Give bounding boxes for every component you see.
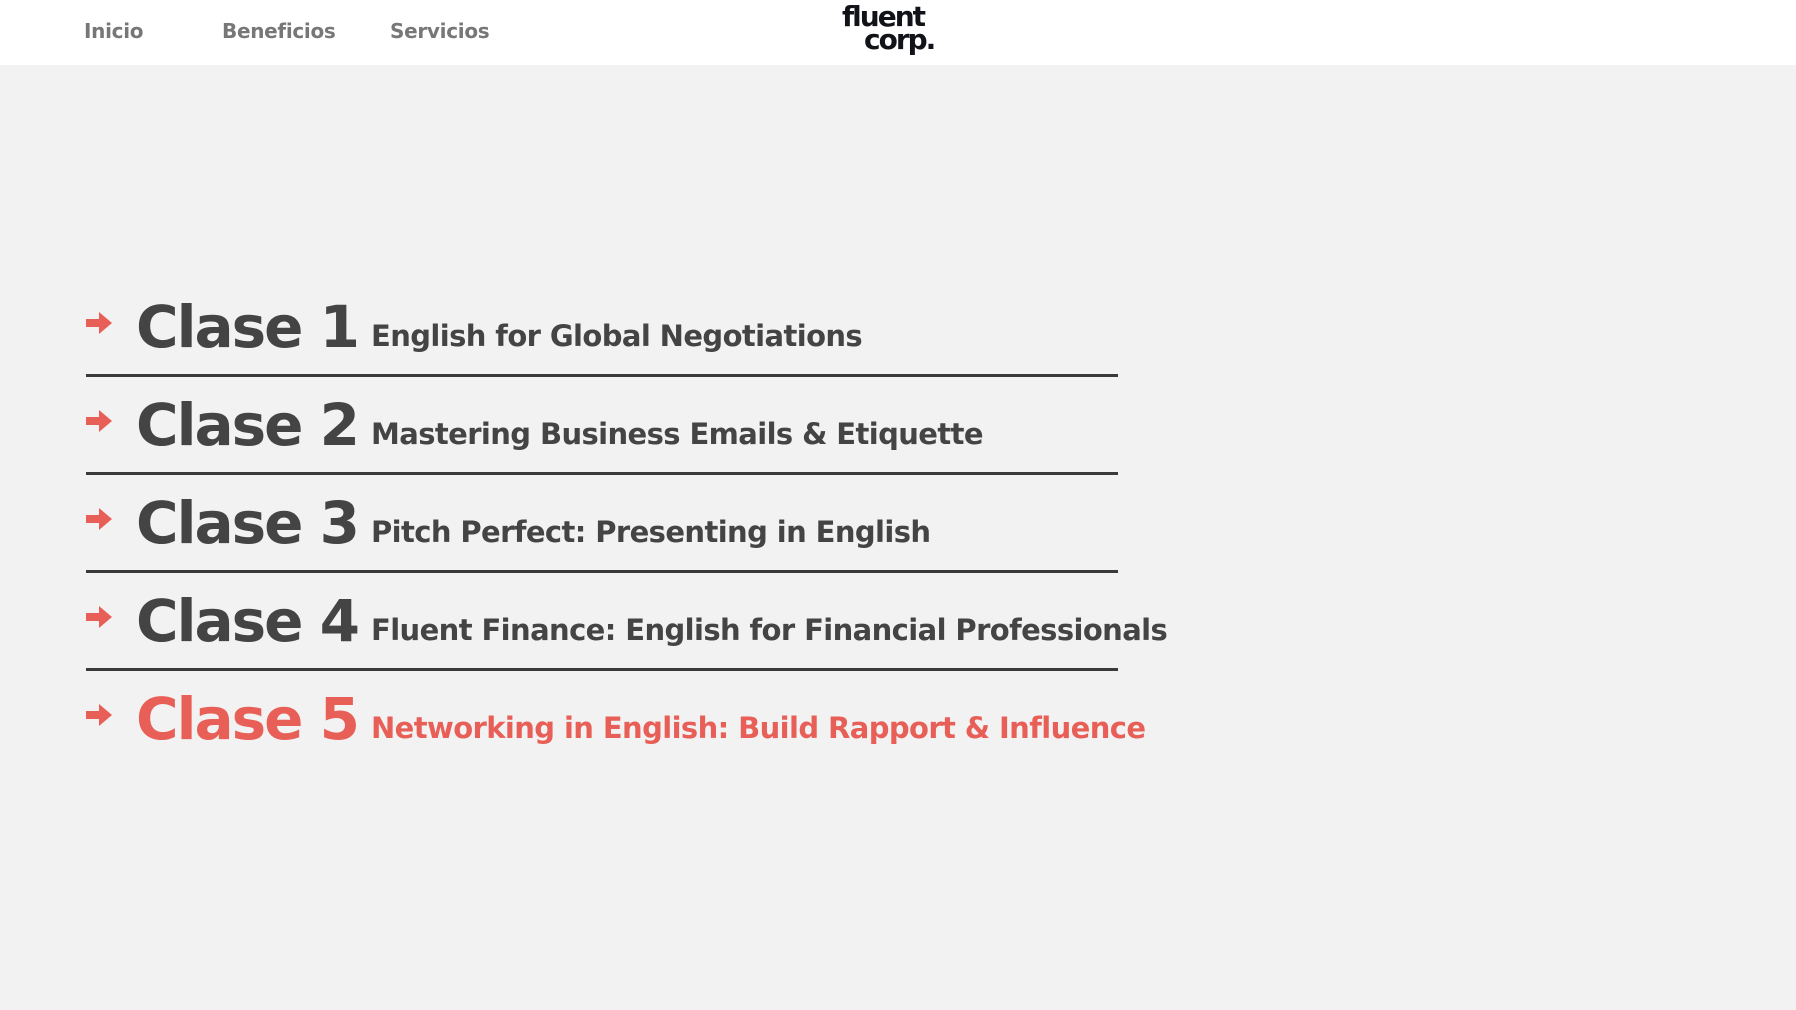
arrow-right-icon bbox=[86, 312, 112, 334]
class-item-2[interactable]: Clase 2 Mastering Business Emails & Etiq… bbox=[86, 377, 1118, 475]
class-number: Clase 4 bbox=[136, 587, 360, 655]
class-number: Clase 2 bbox=[136, 391, 360, 459]
arrow-right-icon bbox=[86, 410, 112, 432]
top-navigation-bar: Inicio Beneficios Servicios fluent corp. bbox=[0, 0, 1796, 65]
logo-text-line2: corp. bbox=[864, 23, 936, 56]
nav-link-inicio[interactable]: Inicio bbox=[84, 19, 143, 43]
class-list-section: Clase 1 English for Global Negotiations … bbox=[0, 65, 1796, 1010]
class-item-3[interactable]: Clase 3 Pitch Perfect: Presenting in Eng… bbox=[86, 475, 1118, 573]
arrow-right-icon bbox=[86, 508, 112, 530]
arrow-right-icon bbox=[86, 704, 112, 726]
class-number: Clase 5 bbox=[136, 685, 360, 753]
brand-logo[interactable]: fluent corp. bbox=[842, 3, 957, 61]
class-number: Clase 3 bbox=[136, 489, 360, 557]
class-title: Pitch Perfect: Presenting in English bbox=[371, 515, 931, 549]
class-item-1[interactable]: Clase 1 English for Global Negotiations bbox=[86, 279, 1118, 377]
class-title: Fluent Finance: English for Financial Pr… bbox=[371, 613, 1168, 647]
nav-link-servicios[interactable]: Servicios bbox=[390, 19, 490, 43]
arrow-right-icon bbox=[86, 606, 112, 628]
class-title: English for Global Negotiations bbox=[371, 319, 863, 353]
nav-link-beneficios[interactable]: Beneficios bbox=[222, 19, 336, 43]
class-item-5[interactable]: Clase 5 Networking in English: Build Rap… bbox=[86, 671, 1146, 769]
class-item-4[interactable]: Clase 4 Fluent Finance: English for Fina… bbox=[86, 573, 1168, 671]
class-title: Networking in English: Build Rapport & I… bbox=[371, 711, 1146, 745]
class-number: Clase 1 bbox=[136, 293, 360, 361]
class-title: Mastering Business Emails & Etiquette bbox=[371, 417, 984, 451]
